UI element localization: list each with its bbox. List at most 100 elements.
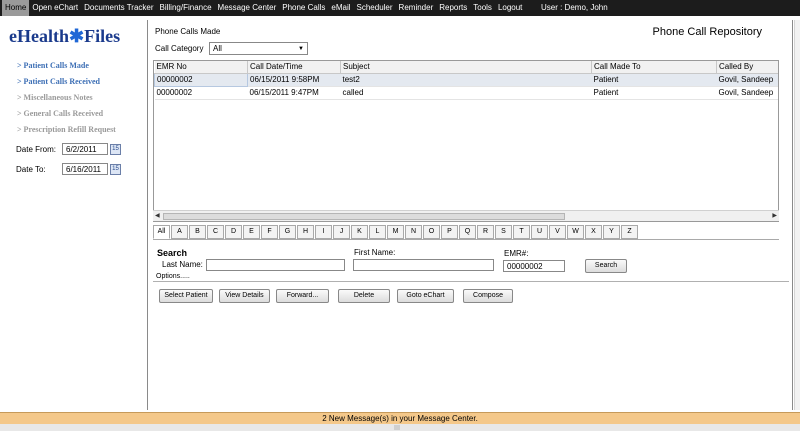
menu-scheduler[interactable]: Scheduler <box>354 0 396 16</box>
alpha-tab-u[interactable]: U <box>531 225 548 239</box>
alpha-tab-v[interactable]: V <box>549 225 566 239</box>
alpha-tab-n[interactable]: N <box>405 225 422 239</box>
column-header-emr-no[interactable]: EMR No <box>154 61 248 74</box>
menu-billing-finance[interactable]: Billing/Finance <box>157 0 215 16</box>
alpha-tab-y[interactable]: Y <box>603 225 620 239</box>
date-from-row: Date From: 6/2/2011 15 <box>16 143 121 155</box>
emr-number-input[interactable]: 00000002 <box>503 260 565 272</box>
alpha-tab-b[interactable]: B <box>189 225 206 239</box>
search-options-link[interactable]: Options..... <box>156 273 190 280</box>
menu-phone-calls[interactable]: Phone Calls <box>279 0 328 16</box>
alpha-tab-g[interactable]: G <box>279 225 296 239</box>
current-user-label: User : Demo, John <box>541 3 608 12</box>
alpha-tab-e[interactable]: E <box>243 225 260 239</box>
alpha-tab-z[interactable]: Z <box>621 225 638 239</box>
nav-patient-calls-made[interactable]: > Patient Calls Made <box>17 58 116 74</box>
calendar-icon[interactable]: 15 <box>110 143 121 155</box>
alpha-tab-o[interactable]: O <box>423 225 440 239</box>
alpha-tab-l[interactable]: L <box>369 225 386 239</box>
scrollbar-thumb[interactable] <box>163 213 565 220</box>
alpha-tab-i[interactable]: I <box>315 225 332 239</box>
menu-documents-tracker[interactable]: Documents Tracker <box>81 0 156 16</box>
menu-tools[interactable]: Tools <box>470 0 495 16</box>
emr-number-label: EMR#: <box>504 249 529 258</box>
nav-prescription-refill-request[interactable]: > Prescription Refill Request <box>17 122 116 138</box>
date-to-input[interactable]: 6/16/2011 <box>62 163 108 175</box>
alpha-tab-a[interactable]: A <box>171 225 188 239</box>
logo-text-left: eHealth <box>9 26 69 46</box>
menu-reminder[interactable]: Reminder <box>396 0 437 16</box>
call-category-select[interactable]: All ▼ <box>209 42 308 55</box>
ehealthfiles-logo: eHealth✱Files <box>9 26 120 47</box>
scrollbar-thumb[interactable] <box>394 425 400 430</box>
compose-button[interactable]: Compose <box>463 289 513 303</box>
forward-button[interactable]: Forward... <box>276 289 329 303</box>
view-details-button[interactable]: View Details <box>219 289 270 303</box>
section-divider <box>153 281 789 282</box>
cell-emr-no: 00000002 <box>154 86 248 100</box>
calendar-icon[interactable]: 15 <box>110 163 121 175</box>
alpha-tab-all[interactable]: All <box>153 225 170 239</box>
menu-email[interactable]: eMail <box>328 0 353 16</box>
cell-call-made-to: Patient <box>591 86 717 100</box>
call-category-label: Call Category <box>155 44 204 53</box>
main-panel: Phone Calls Made Phone Call Repository C… <box>149 20 793 410</box>
alpha-tab-k[interactable]: K <box>351 225 368 239</box>
alpha-tab-p[interactable]: P <box>441 225 458 239</box>
alpha-tab-r[interactable]: R <box>477 225 494 239</box>
page-vertical-scrollbar[interactable] <box>794 20 800 410</box>
cell-call-date-time: 06/15/2011 9:58PM <box>247 73 341 87</box>
top-menu-bar: Home Open eChart Documents Tracker Billi… <box>0 0 800 16</box>
alpha-tab-h[interactable]: H <box>297 225 314 239</box>
alpha-tab-w[interactable]: W <box>567 225 584 239</box>
cell-subject: test2 <box>340 73 592 87</box>
first-name-label: First Name: <box>354 248 396 257</box>
nav-miscellaneous-notes[interactable]: > Miscellaneous Notes <box>17 90 116 106</box>
delete-button[interactable]: Delete <box>338 289 390 303</box>
nav-general-calls-received[interactable]: > General Calls Received <box>17 106 116 122</box>
alpha-tab-x[interactable]: X <box>585 225 602 239</box>
page-title: Phone Call Repository <box>652 26 762 38</box>
goto-echart-button[interactable]: Goto eChart <box>397 289 454 303</box>
last-name-label: Last Name: <box>162 260 203 269</box>
message-center-status-bar[interactable]: 2 New Message(s) in your Message Center. <box>0 412 800 424</box>
alpha-tab-s[interactable]: S <box>495 225 512 239</box>
column-header-call-date-time[interactable]: Call Date/Time <box>247 61 341 74</box>
last-name-input[interactable] <box>206 259 345 271</box>
column-header-subject[interactable]: Subject <box>340 61 592 74</box>
phone-calls-grid: EMR No Call Date/Time Subject Call Made … <box>153 60 779 222</box>
scroll-left-arrow-icon[interactable]: ◀ <box>155 211 160 222</box>
search-button[interactable]: Search <box>585 259 627 273</box>
alphabet-divider <box>153 239 779 240</box>
cell-emr-no: 00000002 <box>154 72 248 87</box>
alpha-tab-d[interactable]: D <box>225 225 242 239</box>
menu-reports[interactable]: Reports <box>436 0 470 16</box>
date-from-input[interactable]: 6/2/2011 <box>62 143 108 155</box>
alpha-tab-t[interactable]: T <box>513 225 530 239</box>
page-horizontal-scrollbar[interactable] <box>0 424 800 431</box>
table-row[interactable]: 00000002 06/15/2011 9:58PM test2 Patient… <box>154 72 778 87</box>
cell-called-by: Govil, Sandeep <box>716 73 778 87</box>
scroll-right-arrow-icon[interactable]: ▶ <box>772 211 777 222</box>
alphabet-filter: All A B C D E F G H I J K L M N O P Q R … <box>153 225 639 239</box>
cell-called-by: Govil, Sandeep <box>716 86 778 100</box>
column-header-called-by[interactable]: Called By <box>716 61 778 74</box>
search-title: Search <box>157 248 188 258</box>
table-row[interactable]: 00000002 06/15/2011 9:47PM called Patien… <box>154 86 778 100</box>
alpha-tab-m[interactable]: M <box>387 225 404 239</box>
alpha-tab-q[interactable]: Q <box>459 225 476 239</box>
menu-message-center[interactable]: Message Center <box>215 0 280 16</box>
alpha-tab-j[interactable]: J <box>333 225 350 239</box>
grid-horizontal-scrollbar[interactable]: ◀ ▶ <box>153 210 779 221</box>
first-name-input[interactable] <box>353 259 494 271</box>
nav-patient-calls-received[interactable]: > Patient Calls Received <box>17 74 116 90</box>
column-header-call-made-to[interactable]: Call Made To <box>591 61 717 74</box>
cell-call-date-time: 06/15/2011 9:47PM <box>247 86 341 100</box>
date-to-row: Date To: 6/16/2011 15 <box>16 163 121 175</box>
menu-open-echart[interactable]: Open eChart <box>29 0 81 16</box>
menu-logout[interactable]: Logout <box>495 0 525 16</box>
alpha-tab-c[interactable]: C <box>207 225 224 239</box>
menu-home[interactable]: Home <box>2 0 30 16</box>
alpha-tab-f[interactable]: F <box>261 225 278 239</box>
select-patient-button[interactable]: Select Patient <box>159 289 213 303</box>
